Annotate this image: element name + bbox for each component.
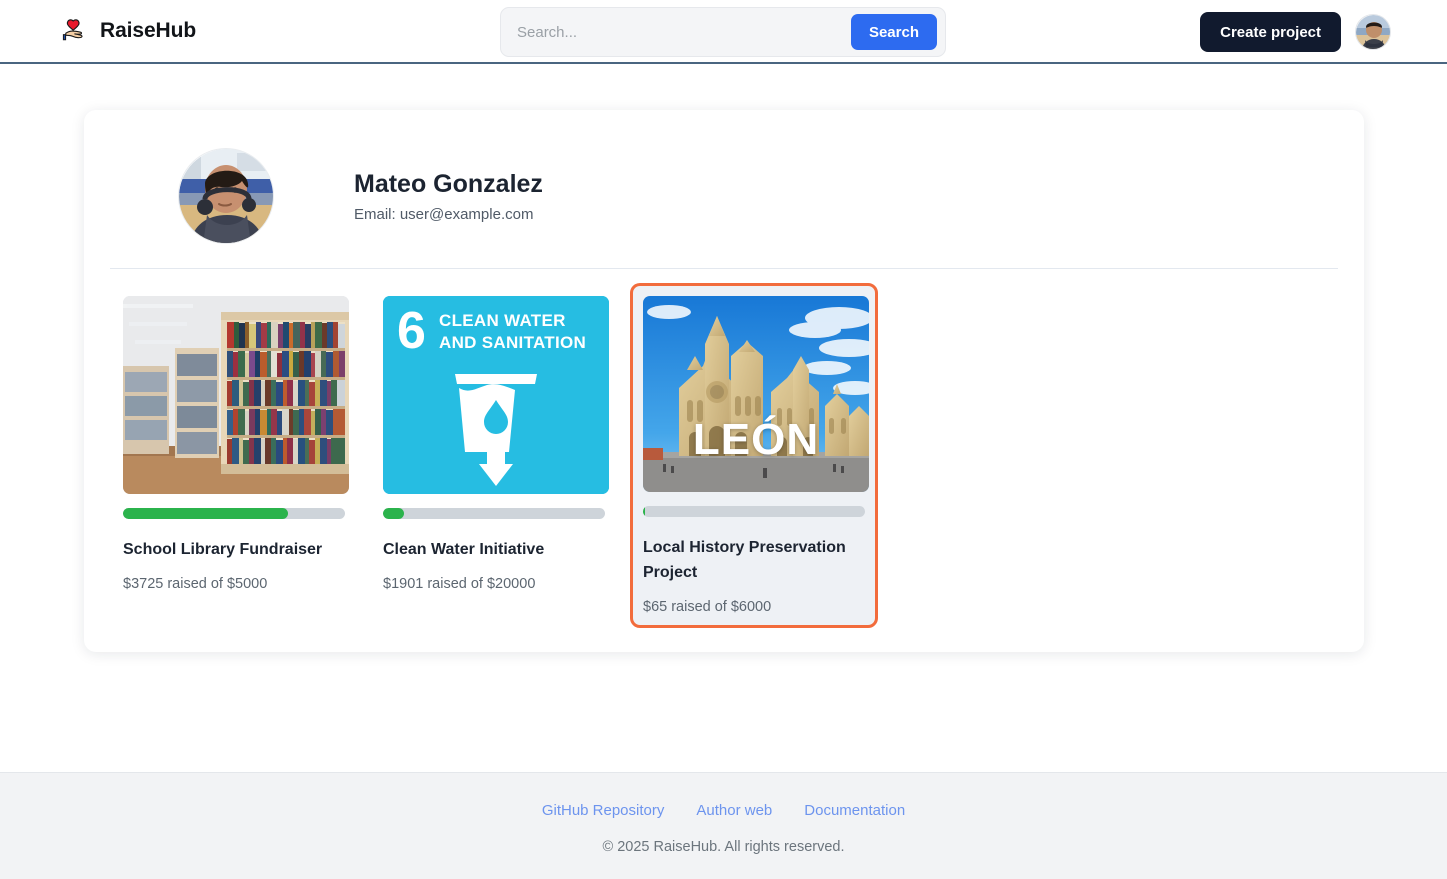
leon-overlay-text: LEÓN <box>692 414 820 464</box>
svg-text:AND SANITATION: AND SANITATION <box>439 333 586 352</box>
project-funding: $65 raised of $6000 <box>643 598 772 615</box>
progress-fill <box>383 508 405 519</box>
heart-in-hand-icon <box>56 14 90 48</box>
project-thumbnail <box>123 296 349 494</box>
footer-link-documentation[interactable]: Documentation <box>804 802 905 819</box>
header-avatar[interactable] <box>1355 14 1391 50</box>
page-body: Mateo Gonzalez Email: user@example.com S… <box>0 64 1447 772</box>
header-actions: Create project <box>1200 0 1391 64</box>
footer-link-list: GitHub Repository Author web Documentati… <box>0 802 1447 819</box>
search-bar: Search <box>500 7 946 57</box>
create-project-button[interactable]: Create project <box>1200 12 1341 52</box>
progress-bar <box>643 506 865 517</box>
progress-bar <box>383 508 605 519</box>
project-card[interactable]: School Library Fundraiser $3725 raised o… <box>110 283 358 605</box>
footer-link-github[interactable]: GitHub Repository <box>542 802 665 819</box>
svg-text:6: 6 <box>397 302 426 360</box>
library-bookshelves-photo <box>123 296 349 494</box>
page-footer: GitHub Repository Author web Documentati… <box>0 772 1447 879</box>
project-card-grid: School Library Fundraiser $3725 raised o… <box>110 269 1338 628</box>
sdg-6-clean-water-and-sanitation-icon: 6 CLEAN WATER AND SANITATION <box>383 296 609 494</box>
profile-name: Mateo Gonzalez <box>354 169 543 198</box>
project-card[interactable]: 6 CLEAN WATER AND SANITATION Clean Water… <box>370 283 618 605</box>
progress-fill <box>123 508 289 519</box>
profile-header: Mateo Gonzalez Email: user@example.com <box>110 136 1338 268</box>
project-title: Clean Water Initiative <box>383 541 545 558</box>
top-header: RaiseHub Search Create project <box>0 0 1447 64</box>
project-thumbnail: LEÓN <box>643 296 869 492</box>
footer-copyright: © 2025 RaiseHub. All rights reserved. <box>602 839 845 855</box>
leon-cathedral-photo: LEÓN <box>643 296 869 492</box>
profile-email: Email: user@example.com <box>354 205 534 223</box>
brand-name: RaiseHub <box>100 19 197 42</box>
project-funding: $1901 raised of $20000 <box>383 575 536 592</box>
project-card-selected[interactable]: LEÓN Local History Preservation Project … <box>630 283 878 628</box>
profile-panel: Mateo Gonzalez Email: user@example.com S… <box>84 110 1364 652</box>
search-button[interactable]: Search <box>850 14 937 50</box>
footer-link-author[interactable]: Author web <box>696 802 772 819</box>
project-thumbnail: 6 CLEAN WATER AND SANITATION <box>383 296 609 494</box>
brand-logo-link[interactable]: RaiseHub <box>56 14 196 48</box>
project-title: Local History Preservation Project <box>643 539 846 581</box>
profile-avatar <box>178 148 274 244</box>
search-input[interactable] <box>501 10 851 54</box>
project-funding: $3725 raised of $5000 <box>123 575 268 592</box>
svg-text:CLEAN WATER: CLEAN WATER <box>439 311 566 330</box>
progress-bar <box>123 508 345 519</box>
project-title: School Library Fundraiser <box>123 541 323 558</box>
progress-fill <box>643 506 646 517</box>
